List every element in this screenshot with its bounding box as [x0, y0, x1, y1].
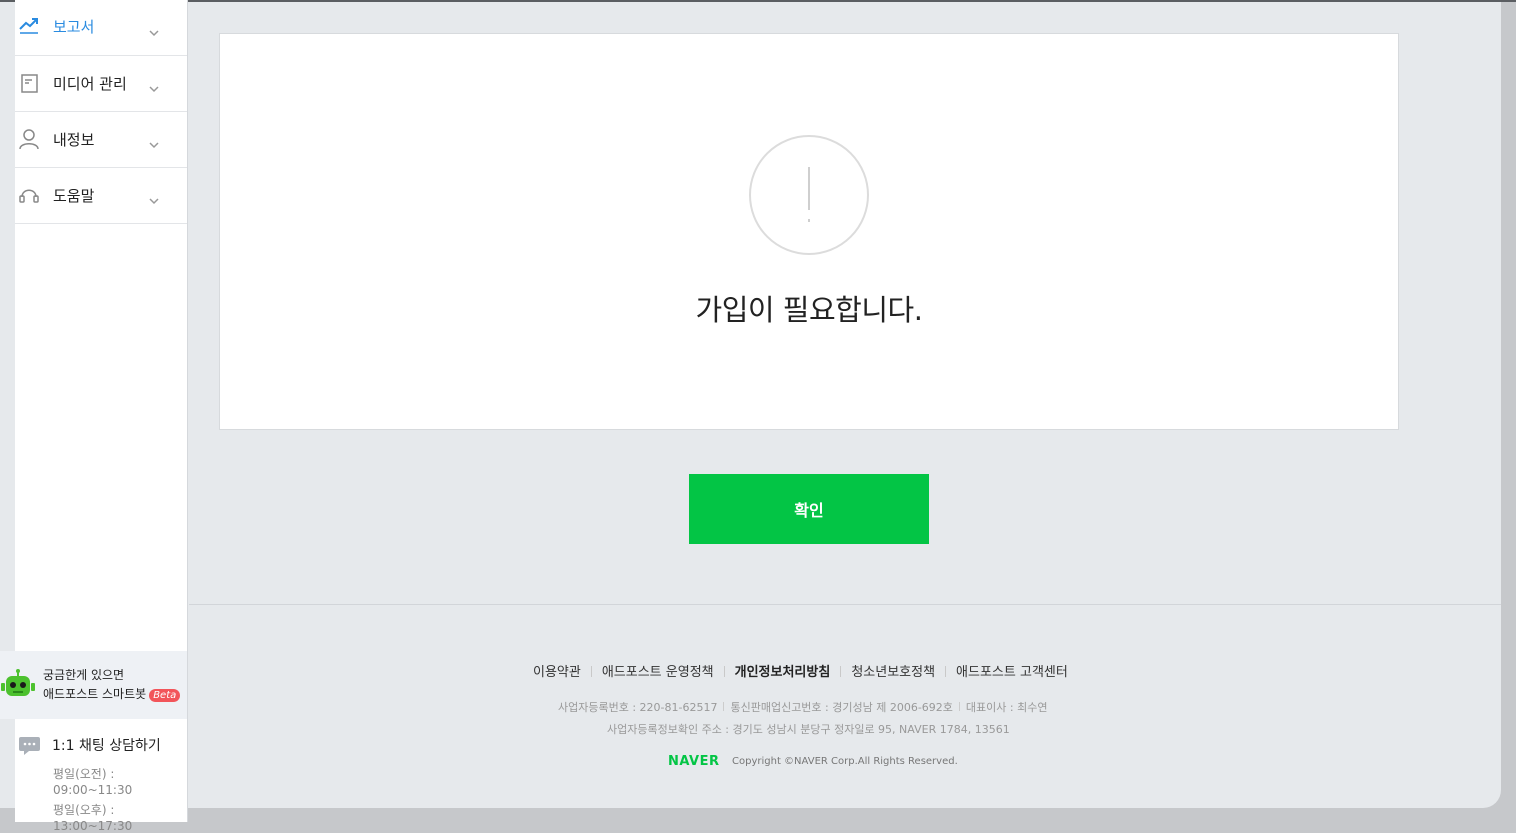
sidebar-item-label: 도움말 [53, 187, 95, 205]
smartbot-banner[interactable]: 궁금한게 있으면 애드포스트 스마트봇 Beta [0, 651, 187, 719]
business-reg-number: 사업자등록번호 : 220-81-62517 [558, 701, 718, 714]
chevron-down-icon [149, 22, 159, 37]
confirm-button[interactable]: 확인 [689, 474, 929, 544]
ceo-name: 대표이사 : 최수연 [965, 701, 1048, 714]
document-icon [18, 72, 40, 94]
exclamation-icon [749, 135, 869, 255]
footer-divider [189, 604, 1501, 605]
user-icon [18, 128, 40, 150]
naver-logo: NAVER [668, 754, 720, 769]
beta-badge: Beta [149, 689, 181, 702]
robot-icon [0, 669, 36, 701]
smartbot-line2: 애드포스트 스마트봇 Beta [43, 685, 181, 702]
headset-icon [18, 184, 40, 206]
signup-required-message: 가입이 필요합니다. [695, 293, 923, 327]
sidebar-item-label: 내정보 [53, 131, 95, 149]
hours-line: 평일(오후) : [53, 803, 115, 817]
footer-link-terms[interactable]: 이용약관 [533, 665, 581, 680]
chevron-down-icon [149, 78, 159, 93]
main-frame: 가입이 필요합니다. 확인 이용약관 애드포스트 운영정책 개인정보처리방침 청소년보… [0, 2, 1501, 808]
business-info: 사업자등록번호 : 220-81-62517 통신판매업신고번호 : 경기성남 제… [558, 699, 1047, 715]
smartbot-name: 애드포스트 스마트봇 [43, 687, 147, 701]
sidebar-item-report[interactable]: 보고서 [15, 0, 187, 56]
hours-line: 13:00~17:30 [53, 819, 133, 833]
sidebar: 보고서 미디어 관리 내정보 도움말 궁금한게 있으면 애드포스트 스마트봇 Be… [0, 0, 188, 833]
footer-link-youth[interactable]: 청소년보호정책 [851, 665, 935, 680]
footer-links: 이용약관 애드포스트 운영정책 개인정보처리방침 청소년보호정책 애드포스트 고객센터 [533, 661, 1068, 680]
chevron-down-icon [149, 134, 159, 149]
sidebar-item-media[interactable]: 미디어 관리 [15, 56, 187, 112]
sidebar-item-help[interactable]: 도움말 [15, 168, 187, 224]
chevron-down-icon [149, 190, 159, 205]
hours-line: 09:00~11:30 [53, 783, 133, 797]
company-address: 사업자등록정보확인 주소 : 경기도 성남시 분당구 정자일로 95, NAVE… [607, 723, 1010, 736]
smartbot-line1: 궁금한게 있으면 [43, 668, 125, 682]
sidebar-item-label: 미디어 관리 [53, 75, 127, 93]
chart-line-icon [18, 14, 40, 36]
chat-bubble-icon [19, 737, 40, 755]
footer-link-support[interactable]: 애드포스트 고객센터 [956, 665, 1068, 680]
sidebar-item-myinfo[interactable]: 내정보 [15, 112, 187, 168]
sidebar-item-label: 보고서 [53, 18, 95, 36]
chat-consult-link[interactable]: 1:1 채팅 상담하기 [52, 735, 161, 755]
copyright-text: Copyright ©NAVER Corp.All Rights Reserve… [732, 756, 958, 767]
footer-link-policy[interactable]: 애드포스트 운영정책 [602, 665, 714, 680]
alert-card: 가입이 필요합니다. [219, 33, 1399, 430]
hours-line: 평일(오전) : [53, 767, 115, 781]
footer-link-privacy[interactable]: 개인정보처리방침 [735, 665, 831, 680]
telecom-reg-number: 통신판매업신고번호 : 경기성남 제 2006-692호 [730, 701, 953, 714]
